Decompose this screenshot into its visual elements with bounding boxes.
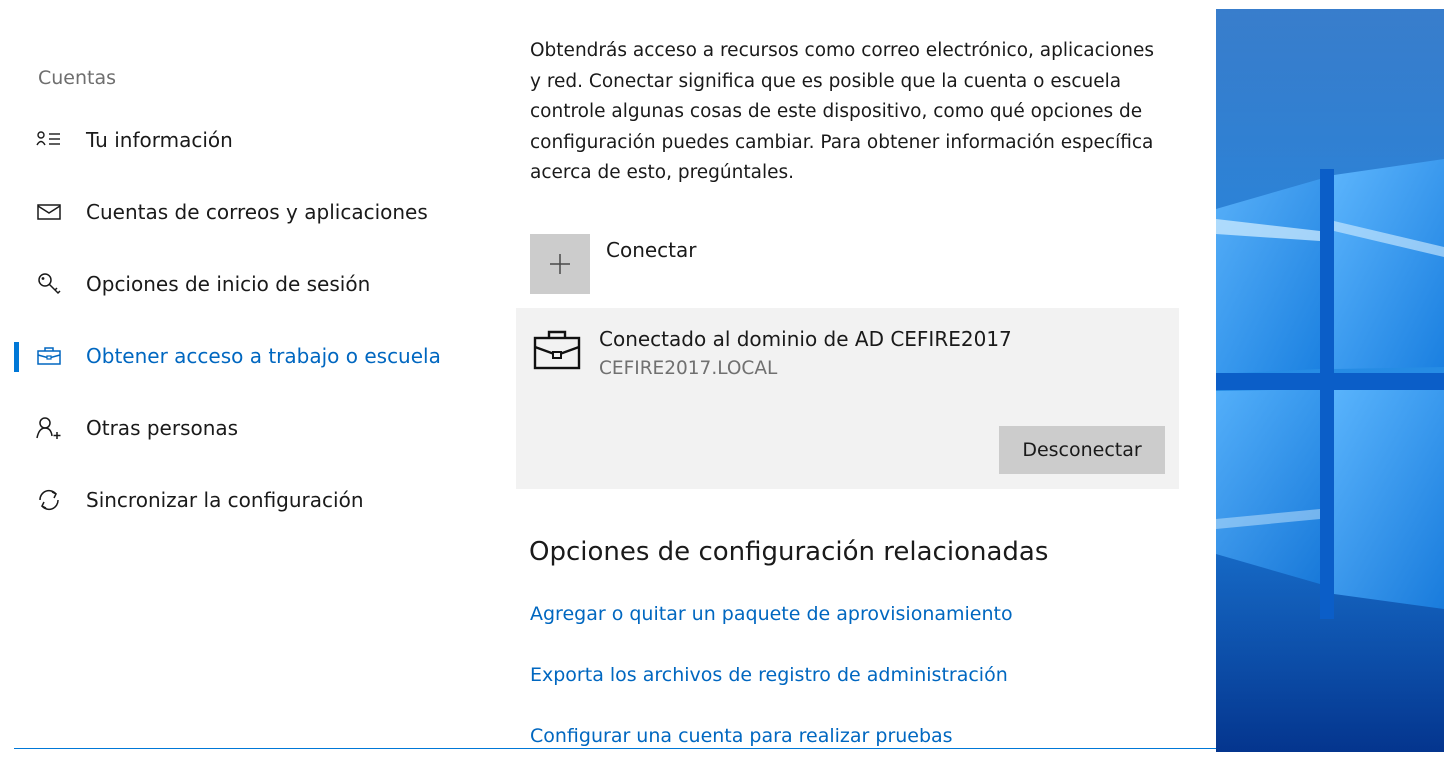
- sidebar-item-label: Opciones de inicio de sesión: [86, 272, 371, 296]
- sidebar-item-sync-settings[interactable]: Sincronizar la configuración: [0, 464, 480, 536]
- settings-window: Cuentas Tu información Cuentas de correo…: [0, 0, 1444, 760]
- sidebar-item-email-accounts[interactable]: Cuentas de correos y aplicaciones: [0, 176, 480, 248]
- windows-logo-image: [1216, 9, 1444, 752]
- sidebar-item-label: Cuentas de correos y aplicaciones: [86, 200, 428, 224]
- sidebar-item-label: Sincronizar la configuración: [86, 488, 364, 512]
- sidebar-item-label: Tu información: [86, 128, 233, 152]
- account-domain: CEFIRE2017.LOCAL: [599, 358, 778, 379]
- add-person-icon: [36, 417, 61, 439]
- connected-account-card[interactable]: Conectado al dominio de AD CEFIRE2017 CE…: [516, 308, 1179, 489]
- sidebar: Cuentas Tu información Cuentas de correo…: [0, 0, 480, 760]
- windows-wallpaper: [1216, 9, 1444, 752]
- key-icon: [38, 273, 61, 295]
- test-account-link[interactable]: Configurar una cuenta para realizar prue…: [530, 721, 1013, 760]
- sync-icon: [39, 489, 59, 511]
- sidebar-item-sign-in-options[interactable]: Opciones de inicio de sesión: [0, 248, 480, 320]
- contact-info-icon: [36, 131, 60, 146]
- disconnect-button[interactable]: Desconectar: [999, 426, 1165, 474]
- sidebar-item-your-info[interactable]: Tu información: [0, 104, 480, 176]
- related-settings-heading: Opciones de configuración relacionadas: [529, 537, 1049, 567]
- section-label: Cuentas: [38, 67, 117, 89]
- nav-list: Tu información Cuentas de correos y apli…: [0, 104, 480, 536]
- connect-label: Conectar: [606, 238, 697, 262]
- sidebar-item-other-people[interactable]: Otras personas: [0, 392, 480, 464]
- sidebar-item-label: Obtener acceso a trabajo o escuela: [86, 344, 441, 368]
- connect-tile[interactable]: [530, 234, 590, 294]
- provisioning-package-link[interactable]: Agregar o quitar un paquete de aprovisio…: [530, 599, 1013, 660]
- sidebar-item-label: Otras personas: [86, 416, 239, 440]
- page-description: Obtendrás acceso a recursos como correo …: [530, 40, 1155, 183]
- active-indicator: [14, 342, 19, 372]
- main-content: Obtendrás acceso a recursos como correo …: [516, 0, 1180, 760]
- plus-icon: [550, 254, 570, 274]
- bottom-divider: [14, 748, 1216, 749]
- mail-icon: [37, 204, 61, 220]
- export-logs-link[interactable]: Exporta los archivos de registro de admi…: [530, 660, 1013, 721]
- briefcase-icon: [37, 347, 61, 365]
- sidebar-item-work-school[interactable]: Obtener acceso a trabajo o escuela: [0, 320, 480, 392]
- briefcase-icon: [533, 330, 581, 370]
- account-title: Conectado al dominio de AD CEFIRE2017: [599, 327, 1012, 351]
- related-settings-links: Agregar o quitar un paquete de aprovisio…: [530, 599, 1013, 760]
